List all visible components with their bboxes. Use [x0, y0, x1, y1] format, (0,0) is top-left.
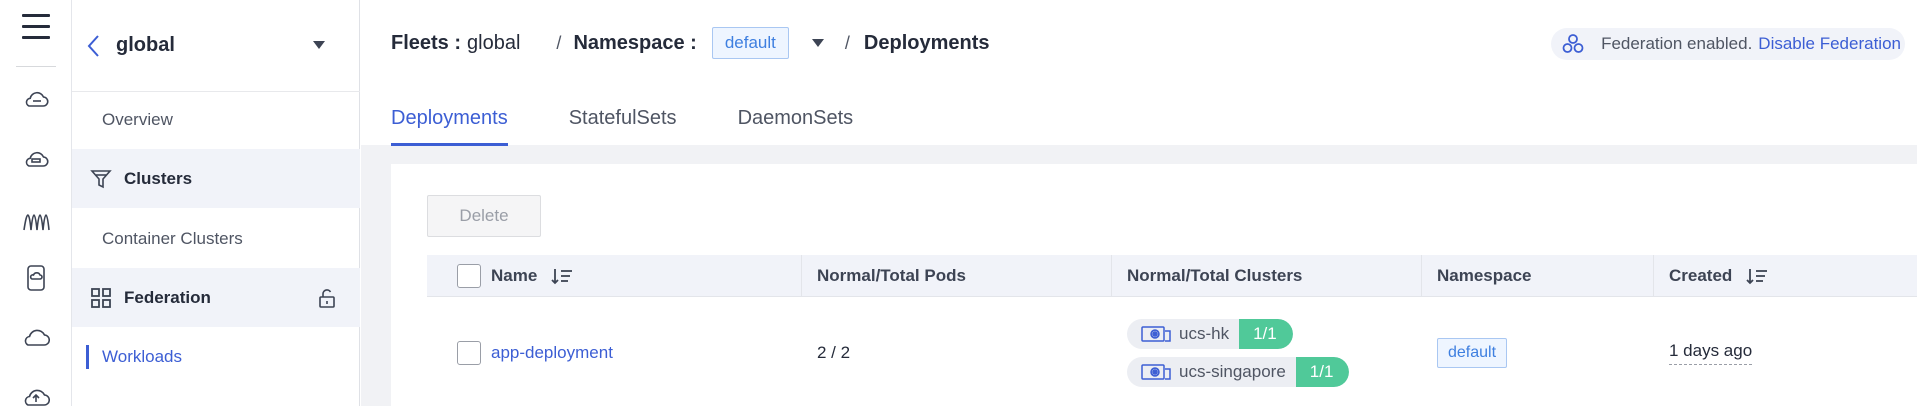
cloud-disk-icon[interactable] [22, 146, 50, 174]
delete-button[interactable]: Delete [427, 195, 541, 237]
row-checkbox-cell [427, 298, 491, 406]
nav-item-label: Container Clusters [102, 228, 243, 248]
column-header-pods: Normal/Total Pods [801, 255, 1111, 296]
federation-status: Federation enabled. Disable Federation [1551, 28, 1905, 60]
namespace-select[interactable]: default [711, 27, 789, 59]
nav-item-label: Overview [102, 109, 173, 129]
waves-icon[interactable] [22, 206, 50, 234]
fleet-title: global [116, 34, 175, 56]
cloud-outline-icon[interactable] [22, 324, 50, 352]
tab-daemonsets[interactable]: DaemonSets [738, 104, 854, 146]
cluster-pill: ucs-hk 1/1 [1127, 318, 1293, 349]
unlock-icon[interactable] [318, 288, 336, 308]
cell-clusters: ucs-hk 1/1 ucs-singapore 1/1 [1111, 298, 1421, 406]
fleets-value[interactable]: global [467, 32, 520, 55]
breadcrumb-separator: / [556, 32, 562, 53]
deployment-link[interactable]: app-deployment [491, 343, 613, 363]
namespace-badge: default [1437, 337, 1508, 368]
menu-icon[interactable] [22, 14, 50, 42]
table-header: Name Normal/Total Pods Normal/Total Clus… [427, 255, 1917, 297]
cloud-icon[interactable] [22, 86, 50, 114]
cluster-name: ucs-hk [1179, 323, 1230, 343]
namespace-label: Namespace : [573, 31, 697, 54]
cluster-name: ucs-singapore [1179, 361, 1286, 381]
federation-status-text: Federation enabled. [1601, 34, 1753, 53]
sort-icon[interactable] [551, 267, 573, 285]
fleet-switcher[interactable]: global [72, 0, 360, 92]
nav-group-clusters[interactable]: Clusters [72, 149, 360, 208]
cell-created: 1 days ago [1653, 298, 1913, 406]
column-header-clusters: Normal/Total Clusters [1111, 255, 1421, 296]
cluster-count-badge: 1/1 [1295, 356, 1350, 387]
breadcrumb-separator: / [844, 32, 850, 53]
cell-namespace: default [1421, 298, 1653, 406]
select-all-checkbox[interactable] [457, 263, 481, 288]
column-header-label: Created [1669, 265, 1733, 285]
nav-item-overview[interactable]: Overview [72, 90, 360, 149]
nav-item-container-clusters[interactable]: Container Clusters [72, 209, 360, 268]
main-content: Fleets : global / Namespace : default / … [361, 0, 1917, 406]
cloud-upload-icon[interactable] [22, 384, 50, 406]
cell-pods: 2 / 2 [817, 342, 851, 362]
tab-statefulsets[interactable]: StatefulSets [569, 104, 677, 146]
app-root: global Overview Clusters Container Clust… [0, 0, 1917, 406]
deployments-card: Delete Name Normal/Total Pods Normal/Tot… [391, 164, 1917, 406]
column-header-created: Created [1653, 255, 1913, 296]
fleets-label: Fleets : [391, 31, 462, 54]
column-header-label: Name [491, 265, 538, 285]
secondary-nav: global Overview Clusters Container Clust… [72, 0, 360, 406]
workload-tabs: Deployments StatefulSets DaemonSets [391, 104, 914, 146]
nav-group-federation[interactable]: Federation [72, 268, 360, 327]
chevron-down-icon[interactable] [811, 38, 825, 48]
column-header-namespace: Namespace [1421, 255, 1653, 296]
row-checkbox[interactable] [457, 340, 481, 365]
nav-item-label: Workloads [102, 346, 182, 366]
phone-icon[interactable] [22, 264, 50, 292]
filter-icon [90, 169, 112, 188]
nav-item-workloads[interactable]: Workloads [72, 327, 360, 386]
cluster-icon [1141, 363, 1171, 380]
nav-group-label: Federation [124, 287, 211, 307]
icon-rail [0, 0, 72, 406]
federation-icon [1562, 34, 1584, 53]
page-header: Fleets : global / Namespace : default / … [361, 0, 1917, 146]
caret-down-icon[interactable] [312, 40, 326, 50]
breadcrumb: Fleets : global / Namespace : default / … [391, 26, 990, 60]
cluster-icon [1141, 325, 1171, 342]
cluster-count-badge: 1/1 [1239, 318, 1293, 349]
tab-deployments[interactable]: Deployments [391, 104, 508, 146]
header-checkbox-cell [427, 255, 491, 296]
table-row: app-deployment 2 / 2 ucs-hk 1/1 ucs-sing… [427, 298, 1917, 406]
back-chevron-icon[interactable] [86, 32, 102, 60]
grid-icon [91, 287, 111, 308]
created-time: 1 days ago [1669, 341, 1753, 365]
breadcrumb-current: Deployments [863, 31, 990, 54]
rail-divider [16, 66, 56, 67]
cluster-pill: ucs-singapore 1/1 [1127, 356, 1350, 387]
column-header-name: Name [491, 255, 801, 296]
disable-federation-link[interactable]: Disable Federation [1758, 34, 1901, 54]
cell-name: app-deployment [491, 298, 801, 406]
sort-icon[interactable] [1746, 267, 1768, 285]
nav-group-label: Clusters [124, 168, 193, 188]
